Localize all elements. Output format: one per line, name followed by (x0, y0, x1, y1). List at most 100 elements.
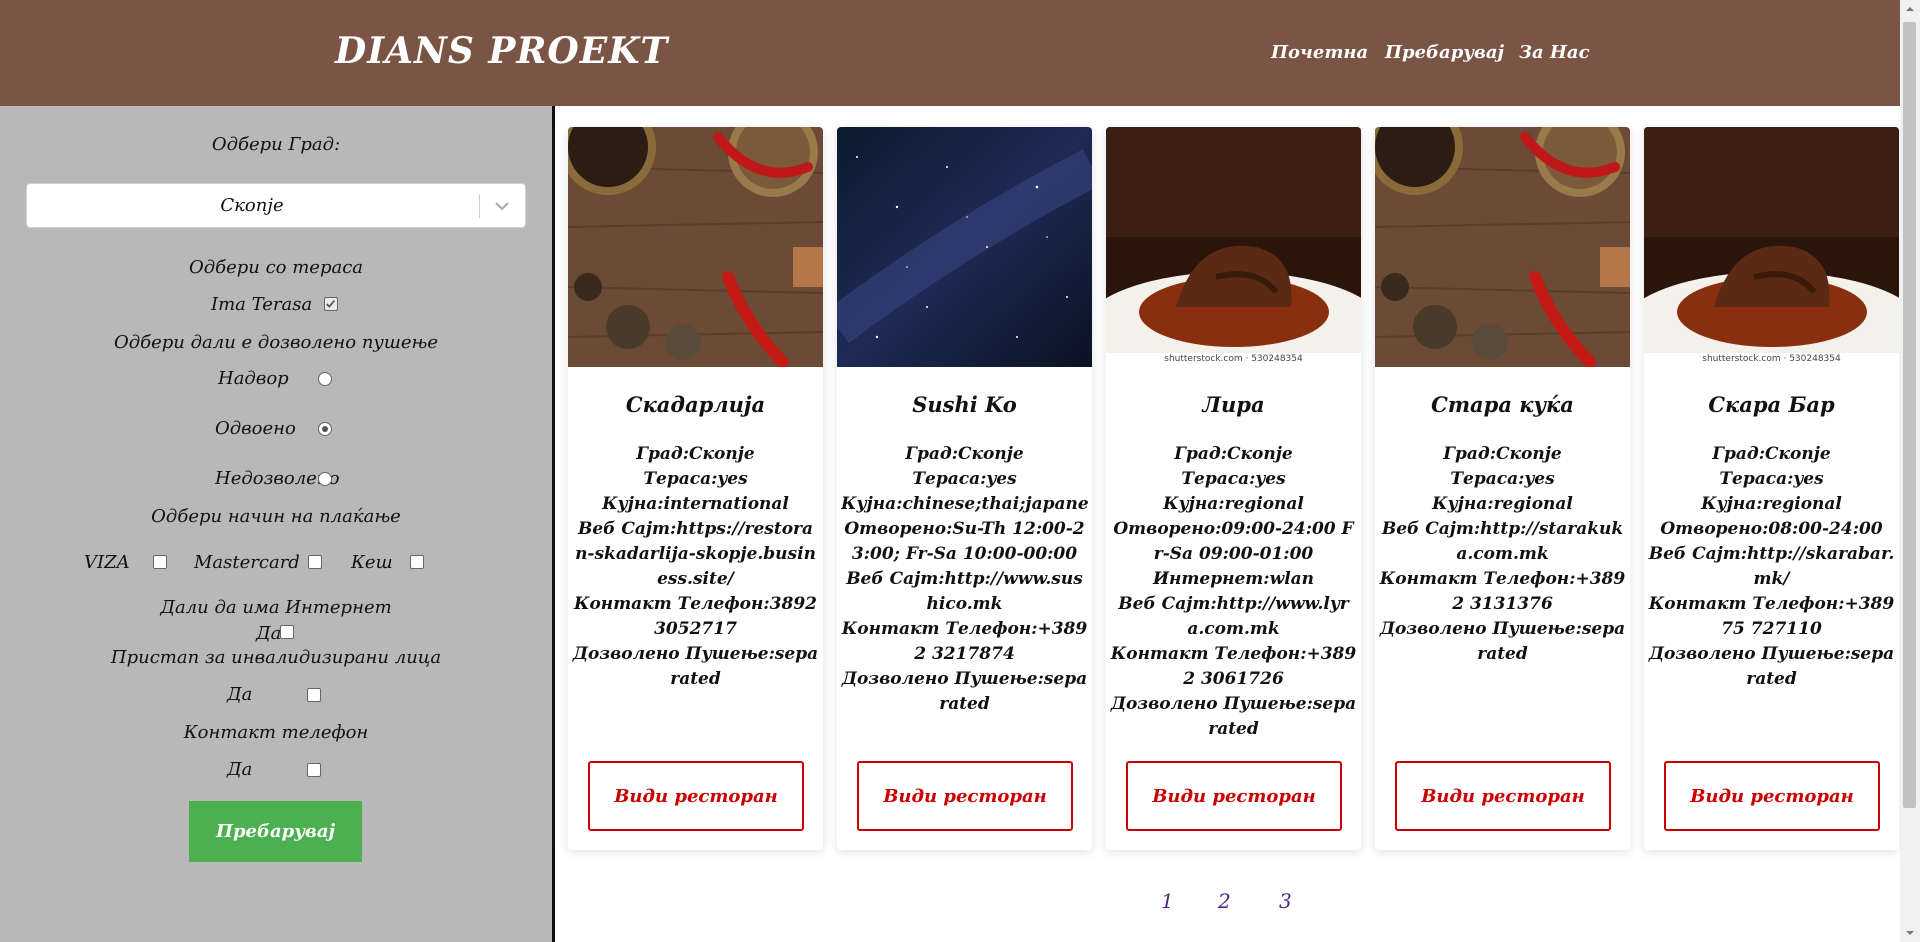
detail-line: Дозволено Пушење:separated (1379, 619, 1626, 664)
detail-line: Тераса:yes (1181, 469, 1286, 489)
detail-line: Дозволено Пушење:separated (572, 644, 819, 689)
smoking-forbidden-radio[interactable] (318, 472, 332, 486)
detail-line: Тераса:yes (643, 469, 748, 489)
smoking-outside-radio[interactable] (318, 372, 332, 386)
detail-line: Контакт Телефон:+389 75 727110 (1648, 594, 1895, 639)
payment-visa-label: VIZA (84, 552, 130, 573)
view-restaurant-button[interactable]: Види ресторан (1395, 761, 1611, 831)
detail-line: Град:Скопје (1443, 444, 1562, 464)
detail-line: Веб Сајт:https://restoran-skadarlija-sko… (575, 519, 816, 589)
restaurant-name: Скара Бар (1708, 392, 1835, 417)
restaurant-image (1375, 127, 1630, 367)
nav-about-link[interactable]: За Нас (1519, 42, 1590, 63)
smoking-separated-label: Одвоено (215, 418, 296, 439)
detail-line: Дозволено Пушење:separated (1648, 644, 1895, 689)
detail-line: Кујна:chinese;thai;japanese;sushi (841, 494, 1088, 514)
detail-line: Отворено:Su-Th 12:00-23:00; Fr-Sa 10:00-… (844, 519, 1085, 564)
detail-line: Град:Скопје (905, 444, 1024, 464)
payment-mastercard-label: Mastercard (194, 552, 300, 573)
restaurant-details: Град:Скопје Тераса:yes Кујна:internation… (572, 442, 819, 692)
accessibility-checkbox[interactable] (307, 688, 321, 702)
scrollbar-thumb[interactable] (1903, 22, 1916, 808)
nav-home-link[interactable]: Почетна (1271, 42, 1368, 63)
restaurant-card: Стара куќа Град:Скопје Тераса:yes Кујна:… (1375, 127, 1630, 850)
brand-logo[interactable]: DIANS PROEKT (335, 30, 668, 72)
terrace-label: Одбери со тераса (188, 257, 364, 278)
restaurant-name: Лира (1202, 392, 1265, 417)
accessibility-option-label: Да (227, 684, 253, 705)
smoking-separated-radio[interactable] (318, 422, 332, 436)
internet-option-label: Да (256, 623, 282, 644)
detail-line: Контакт Телефон:+389 2 3217874 (841, 619, 1088, 664)
chevron-down-icon[interactable] (493, 197, 511, 215)
view-restaurant-button[interactable]: Види ресторан (1126, 761, 1342, 831)
smoking-outside-label: Надвор (218, 368, 289, 389)
page-link-3[interactable]: 3 (1279, 889, 1292, 913)
select-separator (479, 194, 480, 218)
restaurant-image (837, 127, 1092, 367)
page-link-2[interactable]: 2 (1218, 889, 1231, 913)
nav-search-link[interactable]: Пребарувај (1385, 42, 1504, 63)
payment-mastercard-checkbox[interactable] (308, 555, 322, 569)
detail-line: Град:Скопје (1712, 444, 1831, 464)
restaurant-card: shutterstock.com · 530248354 Лира Град:С… (1106, 127, 1361, 850)
view-restaurant-button[interactable]: Види ресторан (1664, 761, 1880, 831)
detail-line: Дозволено Пушење:separated (841, 669, 1088, 714)
terrace-checkbox[interactable] (324, 297, 338, 311)
detail-line: Тераса:yes (912, 469, 1017, 489)
restaurant-details: Град:Скопје Тераса:yes Кујна:regional Ве… (1379, 442, 1626, 667)
page-link-1[interactable]: 1 (1161, 889, 1174, 913)
restaurant-name: Sushi Ko (912, 392, 1017, 417)
restaurant-image (1644, 127, 1899, 367)
checkmark-icon (326, 300, 336, 308)
payment-cash-checkbox[interactable] (410, 555, 424, 569)
detail-line: Интернет:wlan (1152, 569, 1315, 589)
internet-checkbox[interactable] (280, 625, 294, 639)
detail-line: Дозволено Пушење:separated (1110, 694, 1357, 739)
smoking-label: Одбери дали е дозволено пушење (113, 332, 439, 353)
detail-line: Тераса:yes (1719, 469, 1824, 489)
scroll-up-icon[interactable] (1900, 0, 1920, 18)
restaurant-details: Град:Скопје Тераса:yes Кујна:regional От… (1648, 442, 1895, 692)
restaurant-image (568, 127, 823, 367)
restaurant-image (1106, 127, 1361, 367)
restaurant-name: Стара куќа (1431, 392, 1574, 417)
restaurant-card: shutterstock.com · 530248354 Скара Бар Г… (1644, 127, 1899, 850)
payment-cash-label: Кеш (351, 552, 393, 573)
scroll-down-icon[interactable] (1900, 924, 1920, 942)
detail-line: Тераса:yes (1450, 469, 1555, 489)
detail-line: Град:Скопје (636, 444, 755, 464)
sidebar-divider (552, 106, 555, 942)
detail-line: Кујна:regional (1163, 494, 1304, 514)
restaurant-card: Sushi Ko Град:Скопје Тераса:yes Кујна:ch… (837, 127, 1092, 850)
city-label: Одбери Град: (211, 134, 341, 155)
detail-line: Веб Сајт:http://skarabar.mk/ (1648, 544, 1895, 589)
phone-checkbox[interactable] (307, 763, 321, 777)
detail-line: Кујна:regional (1701, 494, 1842, 514)
detail-line: Контакт Телефон:+389 2 3131376 (1379, 569, 1626, 614)
restaurant-details: Град:Скопје Тераса:yes Кујна:regional От… (1110, 442, 1357, 742)
accessibility-label: Пристап за инвалидизирани лица (110, 647, 442, 668)
detail-line: Веб Сајт:http://starakuka.com.mk (1381, 519, 1624, 564)
search-button[interactable]: Пребарувај (189, 801, 362, 862)
detail-line: Контакт Телефон:+389 2 3061726 (1110, 644, 1357, 689)
restaurant-name: Скадарлија (625, 392, 766, 417)
detail-line: Кујна:international (602, 494, 789, 514)
phone-option-label: Да (227, 759, 253, 780)
city-select-value: Скопје (220, 195, 284, 216)
detail-line: Кујна:regional (1432, 494, 1573, 514)
payment-visa-checkbox[interactable] (153, 555, 167, 569)
detail-line: Отворено:09:00-24:00 Fr-Sa 09:00-01:00 (1113, 519, 1354, 564)
restaurant-details: Град:Скопје Тераса:yes Кујна:chinese;tha… (841, 442, 1088, 717)
phone-label: Контакт телефон (183, 722, 369, 743)
terrace-option-label: Ima Terasa (211, 294, 313, 315)
internet-label: Дали да има Интернет (160, 597, 392, 618)
view-restaurant-button[interactable]: Види ресторан (857, 761, 1073, 831)
city-select[interactable]: Скопје (26, 183, 526, 228)
detail-line: Контакт Телефон:38923052717 (574, 594, 817, 639)
detail-line: Отворено:08:00-24:00 (1660, 519, 1883, 539)
view-restaurant-button[interactable]: Види ресторан (588, 761, 804, 831)
site-header: DIANS PROEKT Почетна Пребарувај За Нас (0, 0, 1900, 106)
restaurant-card: Скадарлија Град:Скопје Тераса:yes Кујна:… (568, 127, 823, 850)
detail-line: Град:Скопје (1174, 444, 1293, 464)
